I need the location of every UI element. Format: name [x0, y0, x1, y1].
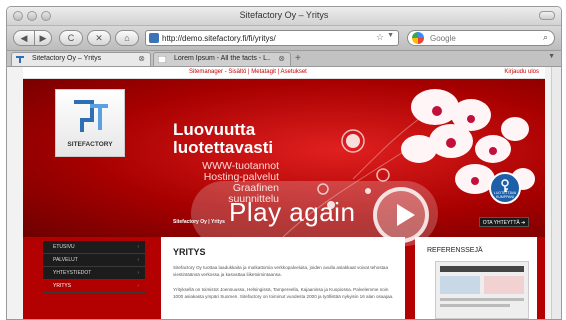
admin-bar: Sitemanager - Sisältö | Metatagit | Aset… — [23, 67, 545, 79]
chevron-right-icon: › — [137, 283, 139, 289]
forward-button[interactable]: ▶ — [34, 30, 52, 46]
vertical-scrollbar[interactable] — [551, 67, 561, 319]
headline-line-1: Luovuutta — [173, 120, 256, 139]
reference-thumbnail[interactable] — [435, 261, 529, 319]
hero-headline: Luovuutta luotettavasti — [173, 121, 273, 157]
chevron-right-icon: › — [137, 257, 139, 263]
nav-item-label: YRITYS — [53, 283, 72, 289]
headline-line-2: luotettavasti — [173, 138, 274, 157]
logout-link[interactable]: Kirjaudu ulos — [504, 69, 539, 75]
close-tab-icon[interactable]: ⊗ — [138, 54, 145, 63]
search-icon[interactable]: ⌕ — [543, 32, 548, 43]
nav-item-palvelut[interactable]: PALVELUT › — [43, 254, 145, 267]
page-favicon-icon — [158, 56, 166, 63]
browser-window: Sitefactory Oy – Yritys ◀ ▶ C ✕ ⌂ ☆ ▼ ⌕ … — [6, 6, 562, 320]
toolbar-toggle-button[interactable] — [539, 11, 555, 20]
play-icon — [397, 204, 415, 226]
tab-label: Lorem Ipsum - All the facts - L... — [174, 55, 270, 62]
sidebar-nav: ETUSIVU › PALVELUT › YHTEYSTIEDOT › YRIT… — [43, 241, 145, 293]
references-panel: REFERENSSEJÄ — [415, 237, 537, 319]
home-button[interactable]: ⌂ — [115, 30, 139, 46]
nav-item-label: YHTEYSTIEDOT — [53, 270, 92, 276]
tab-lorem-ipsum[interactable]: Lorem Ipsum - All the facts - L... ⊗ — [153, 52, 291, 66]
address-bar[interactable]: ☆ ▼ — [145, 30, 399, 46]
nav-item-etusivu[interactable]: ETUSIVU › — [43, 241, 145, 254]
logo-text: SITEFACTORY — [67, 141, 113, 148]
tab-label: Sitefactory Oy – Yritys — [32, 55, 102, 62]
badge-text: LUOTETTAVA KUMPPANI — [493, 191, 517, 199]
tab-strip: Sitefactory Oy – Yritys ⊗ Lorem Ipsum - … — [7, 51, 561, 67]
sitefactory-logo-icon — [74, 100, 108, 132]
url-input[interactable] — [162, 32, 362, 44]
content-paragraph: Yrityksellä on toimistot Joensuussa, Hel… — [173, 287, 394, 299]
nav-item-yhteystiedot[interactable]: YHTEYSTIEDOT › — [43, 267, 145, 280]
navigation-toolbar: ◀ ▶ C ✕ ⌂ ☆ ▼ ⌕ — [7, 26, 561, 51]
nav-item-label: ETUSIVU — [53, 244, 75, 250]
bookmark-star-icon[interactable]: ☆ — [376, 32, 384, 43]
play-again-button[interactable] — [373, 187, 429, 243]
search-input[interactable] — [430, 32, 530, 44]
content-paragraph: Sitefactory Oy tuottaa laadukkaita ja mu… — [173, 265, 389, 277]
chevron-right-icon: › — [137, 270, 139, 276]
window-title: Sitefactory Oy – Yritys — [239, 10, 329, 20]
chevron-right-icon: › — [137, 244, 139, 250]
back-button[interactable]: ◀ — [13, 30, 35, 46]
history-dropdown-icon[interactable]: ▼ — [387, 32, 394, 39]
contact-cta-button[interactable]: OTA YHTEYTTÄ ➜ — [479, 217, 529, 227]
main-content: YRITYS Sitefactory Oy tuottaa laadukkait… — [161, 237, 405, 319]
play-again-label[interactable]: Play again — [229, 197, 355, 228]
tab-sitefactory[interactable]: Sitefactory Oy – Yritys ⊗ — [11, 52, 151, 66]
stop-button[interactable]: ✕ — [87, 30, 111, 46]
trust-badge: LUOTETTAVA KUMPPANI — [489, 172, 521, 204]
references-title: REFERENSSEJÄ — [427, 247, 483, 254]
title-bar[interactable]: Sitefactory Oy – Yritys — [7, 7, 561, 26]
new-tab-icon[interactable]: + — [295, 53, 301, 64]
site-logo[interactable]: SITEFACTORY — [55, 89, 125, 157]
sitefactory-favicon-icon — [16, 56, 24, 63]
close-tab-icon[interactable]: ⊗ — [278, 54, 285, 63]
reload-button[interactable]: C — [59, 30, 83, 46]
google-engine-icon[interactable] — [412, 32, 424, 44]
search-bar[interactable]: ⌕ — [407, 30, 555, 46]
nav-item-yritys[interactable]: YRITYS › — [43, 280, 145, 293]
page-viewport: Sitemanager - Sisältö | Metatagit | Aset… — [7, 67, 561, 319]
admin-links[interactable]: Sitemanager - Sisältö | Metatagit | Aset… — [189, 69, 307, 75]
page-title: YRITYS — [173, 247, 206, 257]
site-favicon-icon — [149, 33, 159, 43]
nav-item-label: PALVELUT — [53, 257, 78, 263]
tab-list-icon[interactable]: ▼ — [548, 53, 555, 60]
